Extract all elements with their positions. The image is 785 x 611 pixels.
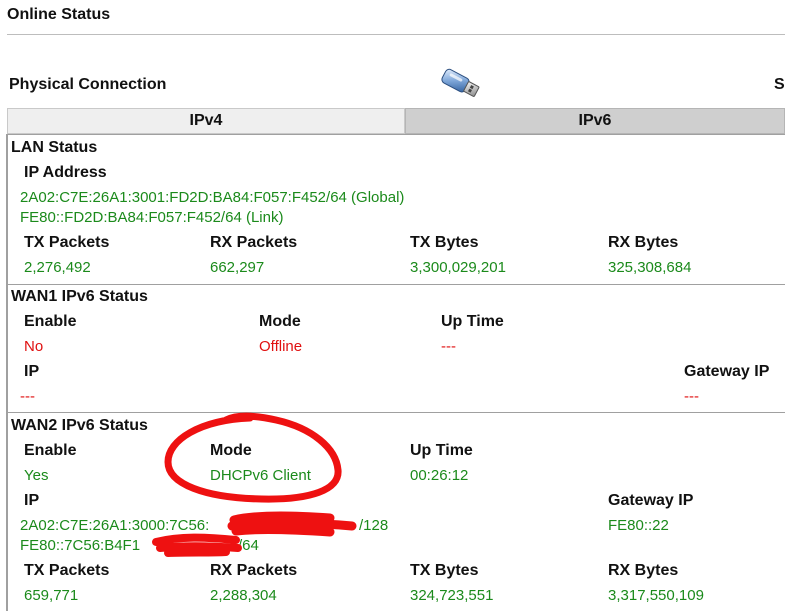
- redaction-scribble: [152, 533, 242, 557]
- annotation-circle: [164, 412, 342, 503]
- annotation-overlay: [152, 412, 357, 557]
- redaction-scribble: [227, 511, 357, 537]
